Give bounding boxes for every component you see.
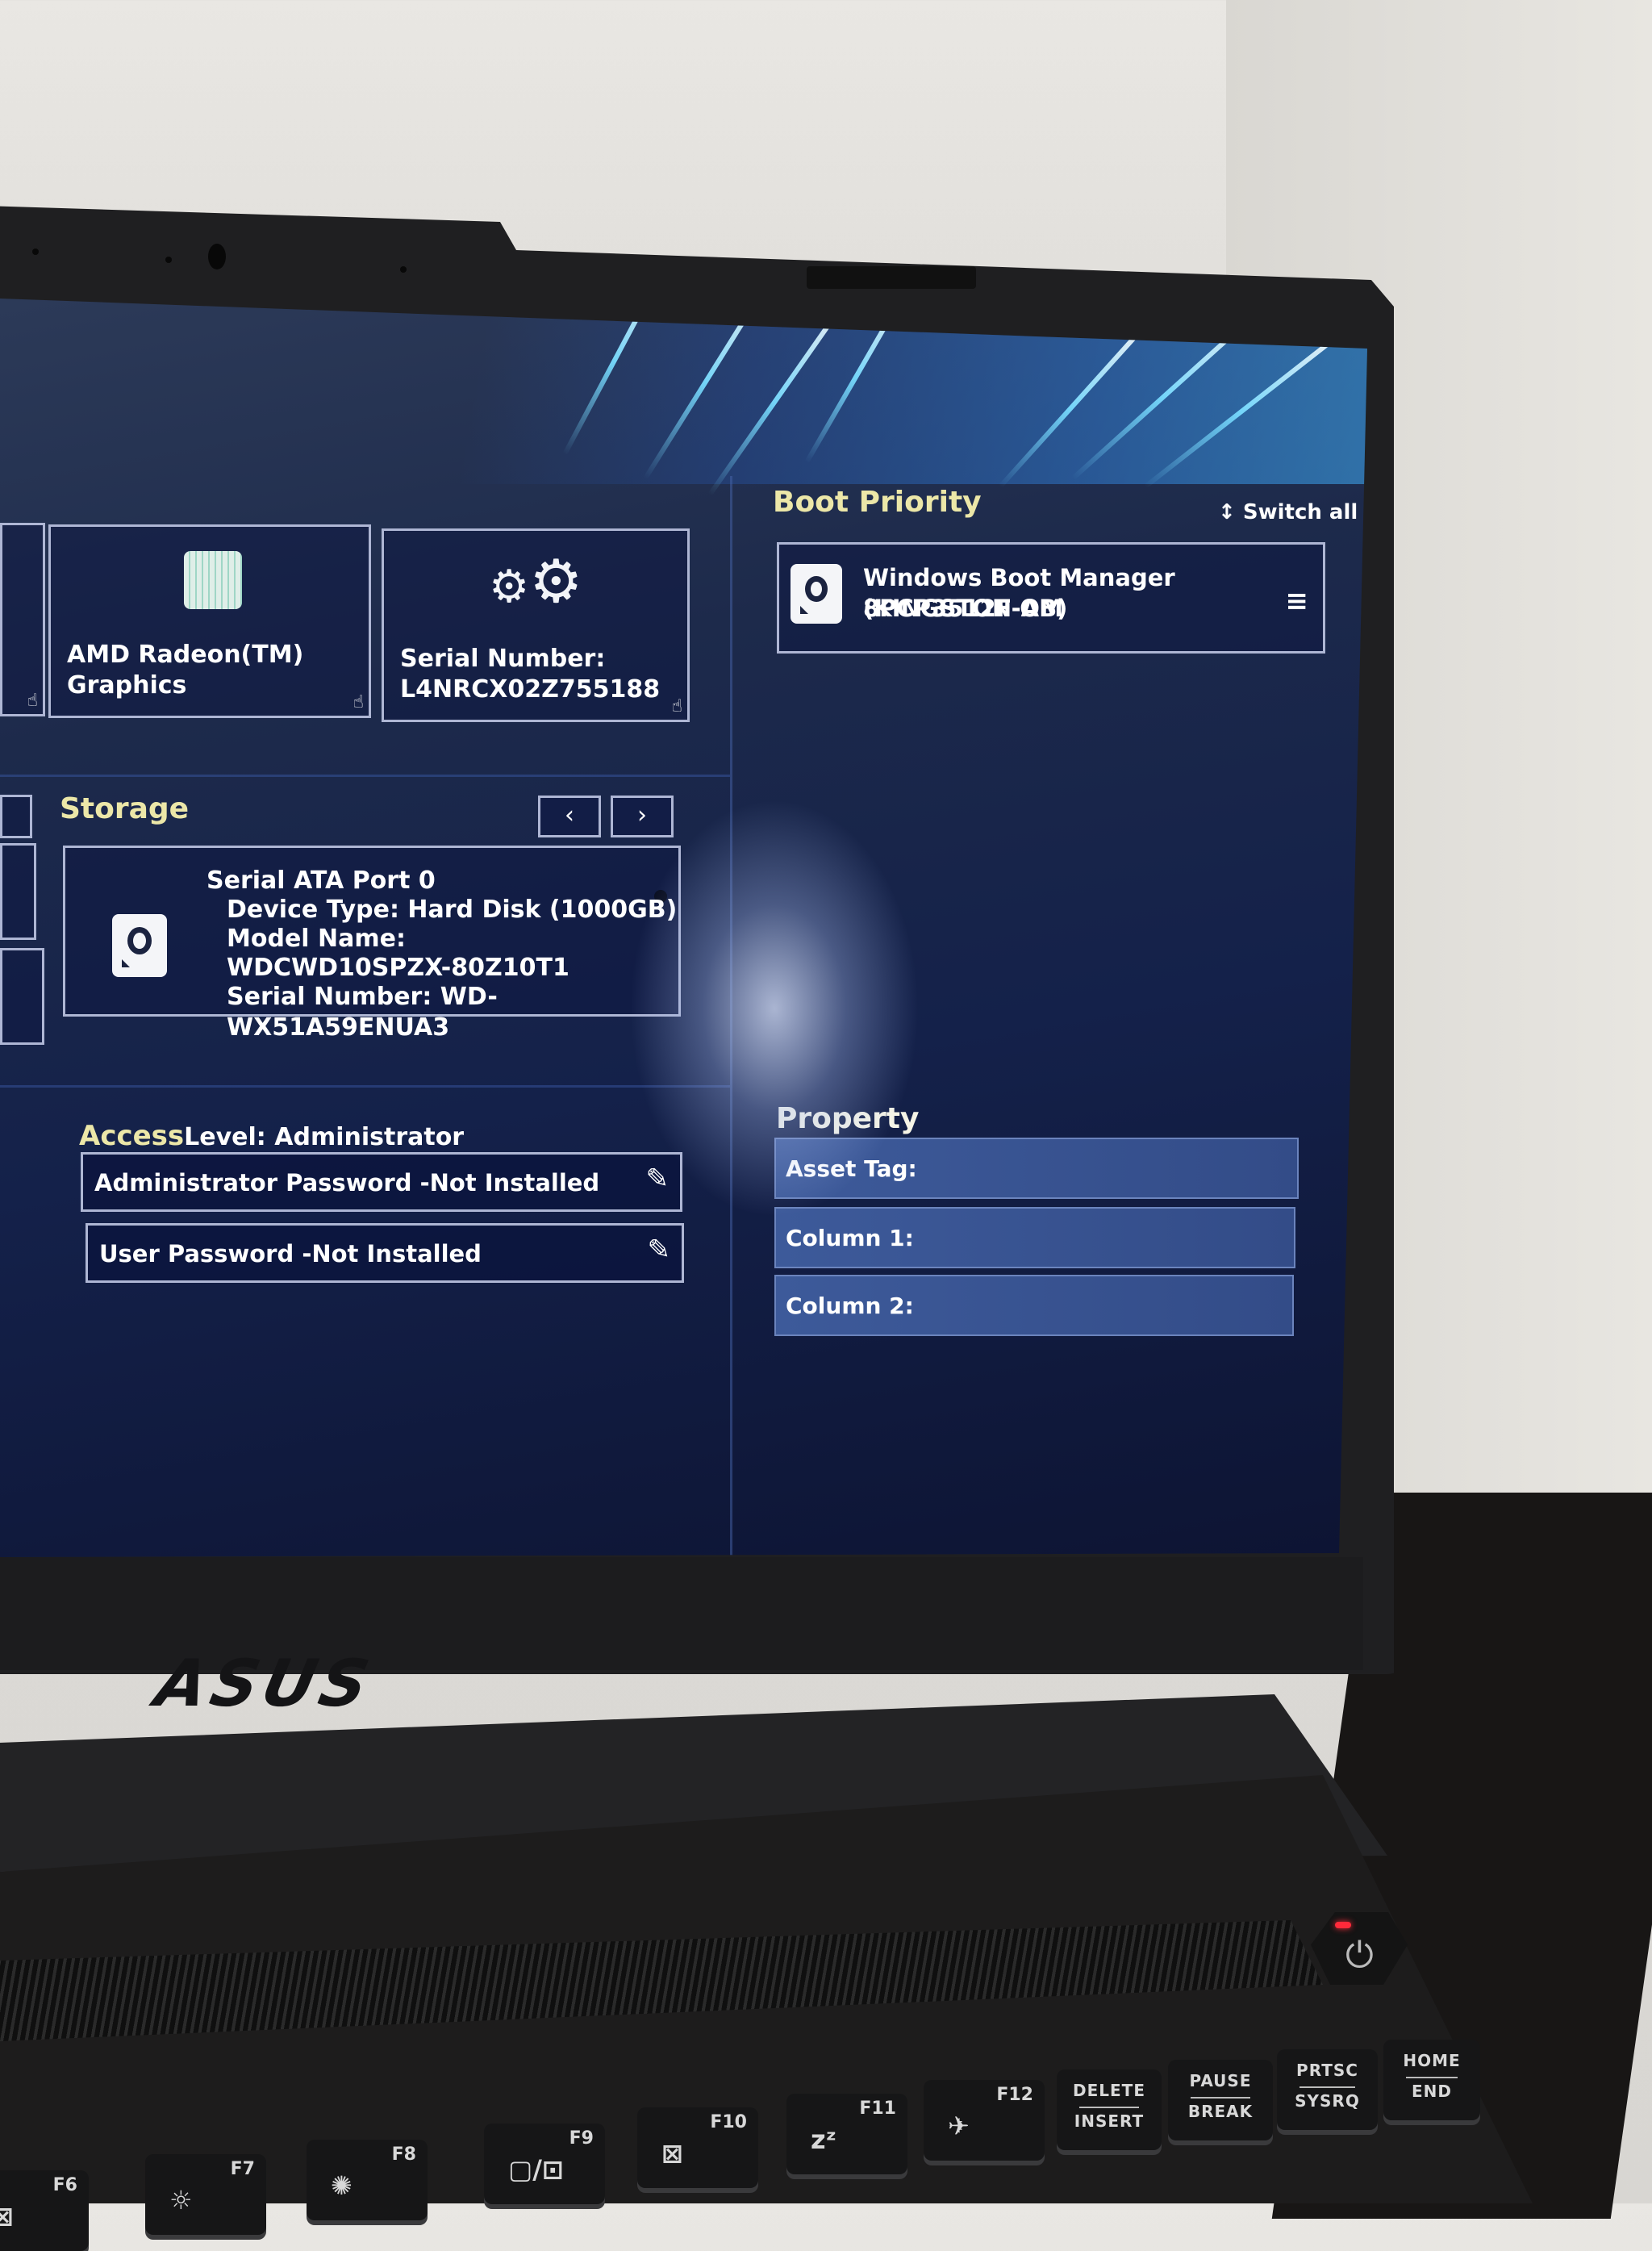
key-f11[interactable]: F11 zᶻ (786, 2094, 907, 2174)
key-label: SYSRQ (1295, 2091, 1360, 2111)
storage-device-type: Device Type: Hard Disk (1000GB) (227, 896, 678, 924)
key-label: F8 (391, 2145, 416, 2165)
key-label: F12 (996, 2085, 1033, 2105)
property-column-1[interactable]: Column 1: (774, 1207, 1295, 1268)
key-home[interactable]: HOME END (1383, 2040, 1480, 2120)
storage-serial: Serial Number: WD-WX51A59ENUA3 (227, 983, 498, 1042)
storage-device-card[interactable]: Serial ATA Port 0 Device Type: Hard Disk… (63, 846, 681, 1042)
keyboard-backlight-icon: ⊠ (0, 2201, 14, 2232)
key-label: BREAK (1187, 2102, 1254, 2121)
key-label: F10 (710, 2112, 747, 2132)
key-divider (1406, 2077, 1458, 2078)
property-column-2[interactable]: Column 2: (774, 1275, 1294, 1336)
key-f7[interactable]: F7 ☼ (145, 2154, 266, 2235)
section-divider (0, 1085, 730, 1088)
key-label: PRTSC (1296, 2061, 1358, 2080)
lid-notch (807, 266, 976, 289)
key-divider (1079, 2107, 1139, 2108)
user-password-row[interactable]: User Password -Not Installed ✎ (86, 1223, 684, 1283)
overview-card-serial[interactable]: ⚙⚙ Serial Number: L4NRCX02Z755188 ☝ (382, 528, 690, 722)
webcam-icon (208, 244, 226, 269)
key-label: END (1411, 2082, 1452, 2101)
storage-next-button[interactable]: › (611, 796, 674, 837)
hard-disk-icon (791, 564, 842, 624)
drag-handle-icon[interactable]: ≡ (1286, 585, 1309, 617)
key-f10[interactable]: F10 ⊠ (637, 2107, 758, 2188)
hard-disk-icon (112, 914, 167, 977)
pointer-hand-icon: ☝ (27, 691, 38, 711)
key-f9[interactable]: F9 ▢/⊡ (484, 2124, 605, 2204)
gpu-name-line1: AMD Radeon(TM) (67, 641, 304, 669)
storage-title: Storage (60, 792, 190, 825)
boot-item-0[interactable]: Windows Boot Manager (KINGSTON OM 8PCP35… (777, 542, 1325, 654)
storage-model-value: WDCWD10SPZX-80Z10T1 (227, 954, 569, 982)
airplane-mode-icon: ✈ (948, 2111, 970, 2141)
key-prtsc[interactable]: PRTSC SYSRQ (1277, 2049, 1378, 2130)
serial-label: Serial Number: (400, 645, 606, 673)
edit-pencil-icon[interactable]: ✎ (646, 1163, 670, 1195)
microphone-icon (32, 248, 39, 255)
pointer-hand-icon: ☝ (353, 692, 364, 712)
key-label: DELETE (1073, 2081, 1145, 2100)
switch-all-label: Switch all (1242, 500, 1358, 524)
key-divider (1191, 2097, 1250, 2099)
access-level-heading: AccessLevel: Administrator (79, 1120, 464, 1152)
microphone-icon (400, 266, 407, 273)
key-label: PAUSE (1189, 2071, 1252, 2090)
key-label: INSERT (1074, 2111, 1145, 2131)
key-label: HOME (1403, 2051, 1461, 2070)
storage-prev-button[interactable]: ‹ (538, 796, 601, 837)
gears-icon: ⚙⚙ (489, 547, 583, 616)
admin-password-label: Administrator Password -Not Installed (94, 1169, 600, 1196)
key-label: F9 (569, 2128, 594, 2149)
brightness-down-icon: ☼ (169, 2185, 193, 2216)
display-switch-icon: ▢/⊡ (508, 2154, 564, 2185)
partial-left-box (0, 795, 32, 838)
access-level-prefix: Access (79, 1120, 185, 1152)
microphone-icon (165, 257, 172, 263)
swap-vertical-icon: ↕ (1218, 500, 1236, 524)
key-label: F11 (859, 2099, 896, 2119)
key-f12[interactable]: F12 ✈ (924, 2080, 1045, 2161)
admin-password-row[interactable]: Administrator Password -Not Installed ✎ (81, 1152, 682, 1212)
power-led (1335, 1922, 1351, 1928)
partial-left-box (0, 948, 44, 1045)
column-2-label: Column 2: (786, 1293, 914, 1319)
switch-all-button[interactable]: ↕ Switch all (1218, 500, 1358, 524)
storage-model-label: Model Name: (227, 925, 406, 953)
brightness-up-icon: ✺ (331, 2170, 353, 2201)
touchpad-toggle-icon: ⊠ (661, 2138, 683, 2169)
brand-logo: ASUS (149, 1646, 380, 1721)
screen-glare (629, 799, 920, 1218)
gpu-name-line2: Graphics (67, 671, 187, 700)
storage-port: Serial ATA Port 0 (206, 867, 436, 895)
key-pause[interactable]: PAUSE BREAK (1168, 2060, 1273, 2140)
key-divider (1299, 2086, 1355, 2088)
edit-pencil-icon[interactable]: ✎ (648, 1234, 671, 1266)
sleep-icon: zᶻ (811, 2124, 836, 2155)
overview-card-partial[interactable]: ☝ (0, 523, 45, 716)
key-label: F6 (52, 2175, 77, 2195)
partial-left-box (0, 843, 36, 940)
user-password-label: User Password -Not Installed (99, 1240, 482, 1267)
section-divider (0, 775, 730, 777)
pointer-hand-icon: ☝ (671, 696, 682, 716)
access-level-value: Level: Administrator (184, 1123, 465, 1151)
bios-screen: ☝ AMD Radeon(TM) Graphics ☝ ⚙⚙ Serial Nu… (0, 299, 1367, 1557)
serial-value: L4NRCX02Z755188 (400, 675, 661, 704)
key-label: F7 (230, 2159, 255, 2179)
key-delete[interactable]: DELETE INSERT (1057, 2069, 1162, 2150)
overview-card-gpu[interactable]: AMD Radeon(TM) Graphics ☝ (48, 524, 371, 718)
boot-priority-title: Boot Priority (773, 486, 982, 519)
key-f6[interactable]: F6 ⊠ (0, 2170, 89, 2251)
key-f8[interactable]: F8 ✺ (307, 2140, 428, 2220)
power-icon: ⏻ (1345, 1935, 1374, 1976)
column-1-label: Column 1: (786, 1225, 914, 1251)
boot-item-line2: 8PCP3512F-AB) (863, 595, 1068, 622)
gpu-chip-icon (184, 551, 242, 609)
